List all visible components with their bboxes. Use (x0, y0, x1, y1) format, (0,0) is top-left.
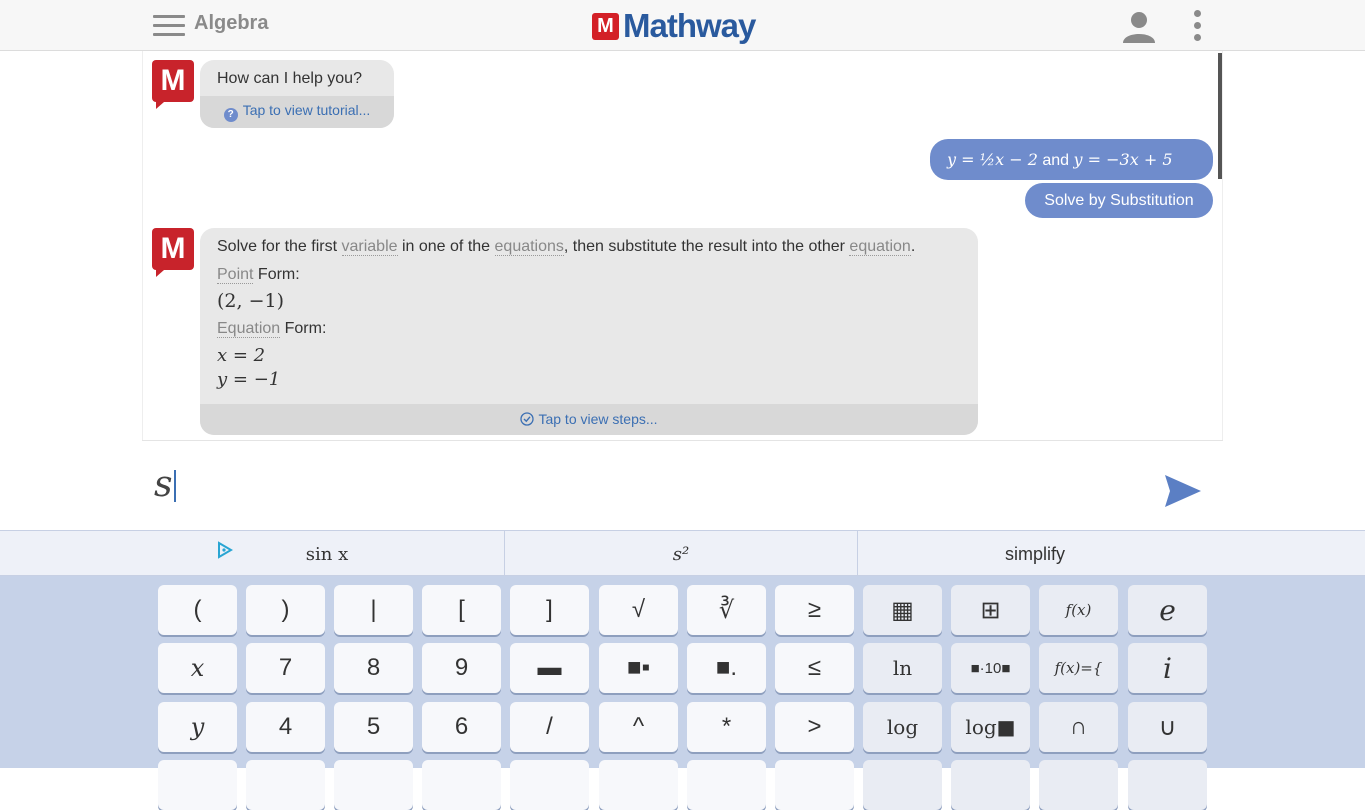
key-4[interactable]: 4 (246, 702, 325, 752)
tutorial-link[interactable]: ? Tap to view tutorial... (200, 96, 394, 128)
answer-intro: Solve for the first variable in one of t… (217, 238, 916, 256)
key-y[interactable]: y (158, 702, 237, 752)
point-form-value: (2, −1) (217, 290, 285, 312)
suggestion-bar: sin x s² simplify (0, 530, 1365, 577)
logo-text: Mathway (623, 7, 756, 44)
input-caret (174, 470, 177, 502)
steps-link-label: Tap to view steps... (538, 411, 658, 427)
equation-x: x = 2 (217, 345, 266, 366)
key-x[interactable]: x (158, 643, 237, 693)
menu-icon[interactable] (153, 15, 185, 37)
math-input-bar: s (142, 440, 1223, 530)
mathway-logo: M Mathway (592, 7, 756, 44)
key-close-paren[interactable]: ) (246, 585, 325, 635)
key-7[interactable]: 7 (246, 643, 325, 693)
greeting-text: How can I help you? (217, 70, 362, 87)
key-log[interactable]: log (863, 702, 942, 752)
key-piecewise[interactable]: f(x)={ (1039, 643, 1118, 693)
chat-scrollbar[interactable] (1218, 53, 1222, 179)
key-greater-equal[interactable]: ≥ (775, 585, 854, 635)
suggestion-sin-x[interactable]: sin x (150, 531, 504, 577)
user-eq-2: y = −3x + 5 (1073, 150, 1173, 169)
key-superscript[interactable]: ■▪ (599, 643, 678, 693)
key-open-paren[interactable]: ( (158, 585, 237, 635)
chat-area: M How can I help you? ? Tap to view tutor… (142, 51, 1223, 440)
answer-bubble: Solve for the first variable in one of t… (200, 228, 978, 435)
mathway-avatar: M (152, 228, 194, 277)
key-6[interactable]: 6 (422, 702, 501, 752)
logo-mark: M (592, 12, 619, 40)
key-sqrt[interactable]: √ (599, 585, 678, 635)
key-matrix[interactable]: ▦ (863, 585, 942, 635)
equation-form-label: Equation Form: (217, 320, 327, 338)
math-input-value: s (154, 464, 173, 505)
key-8[interactable]: 8 (334, 643, 413, 693)
key-open-bracket[interactable]: [ (422, 585, 501, 635)
avatar-mark: M (152, 60, 194, 102)
key-union[interactable]: ∪ (1128, 702, 1207, 752)
solve-method-bubble: Solve by Substitution (1025, 183, 1213, 218)
suggestion-simplify[interactable]: simplify (858, 531, 1212, 577)
term-equation-form[interactable]: Equation (217, 320, 281, 338)
math-keypad: ( ) | [ ] √ ∛ ≥ ▦ ⊞ f(x) e x 7 8 9 ▬ ■▪ … (0, 576, 1365, 810)
key-caret[interactable]: ^ (599, 702, 678, 752)
key-fraction[interactable]: ▬ (510, 643, 589, 693)
key-matrix-xy[interactable]: ⊞ (951, 585, 1030, 635)
key-log-base[interactable]: log■ (951, 702, 1030, 752)
suggestion-s-squared[interactable]: s² (505, 531, 857, 577)
user-icon[interactable] (1122, 11, 1156, 43)
user-equation-bubble: y = ½x − 2 and y = −3x + 5 (930, 139, 1213, 180)
user-eq-and: and (1042, 152, 1070, 169)
tutorial-link-label: Tap to view tutorial... (242, 102, 371, 118)
key-multiply[interactable]: * (687, 702, 766, 752)
term-point[interactable]: Point (217, 266, 254, 284)
mathway-avatar: M (152, 60, 194, 109)
greeting-bubble: How can I help you? ? Tap to view tutoria… (200, 60, 394, 128)
key-i[interactable]: i (1128, 643, 1207, 693)
user-eq-1: y = ½x − 2 (947, 150, 1038, 169)
help-icon: ? (223, 108, 238, 122)
key-intersection[interactable]: ∩ (1039, 702, 1118, 752)
key-nth-root[interactable]: ∛ (687, 585, 766, 635)
more-options-icon[interactable] (1190, 10, 1204, 44)
key-subscript[interactable]: ■. (687, 643, 766, 693)
key-greater[interactable]: > (775, 702, 854, 752)
send-icon[interactable] (1165, 475, 1201, 507)
key-9[interactable]: 9 (422, 643, 501, 693)
point-form-label: Point Form: (217, 266, 300, 284)
key-close-bracket[interactable]: ] (510, 585, 589, 635)
key-5[interactable]: 5 (334, 702, 413, 752)
key-e[interactable]: e (1128, 585, 1207, 635)
key-ln[interactable]: ln (863, 643, 942, 693)
key-scientific[interactable]: ■·10■ (951, 643, 1030, 693)
key-function[interactable]: f(x) (1039, 585, 1118, 635)
check-circle-icon (520, 412, 535, 426)
math-input[interactable]: s (154, 463, 177, 505)
key-divide[interactable]: / (510, 702, 589, 752)
subject-title[interactable]: Algebra (194, 12, 268, 35)
term-variable[interactable]: variable (341, 238, 398, 256)
term-equation[interactable]: equation (849, 238, 911, 256)
equation-y: y = −1 (217, 369, 281, 390)
app-header: Algebra M Mathway (0, 0, 1365, 51)
term-equations[interactable]: equations (494, 238, 564, 256)
key-abs[interactable]: | (334, 585, 413, 635)
steps-link[interactable]: Tap to view steps... (200, 404, 978, 435)
key-less-equal[interactable]: ≤ (775, 643, 854, 693)
avatar-mark: M (152, 228, 194, 270)
